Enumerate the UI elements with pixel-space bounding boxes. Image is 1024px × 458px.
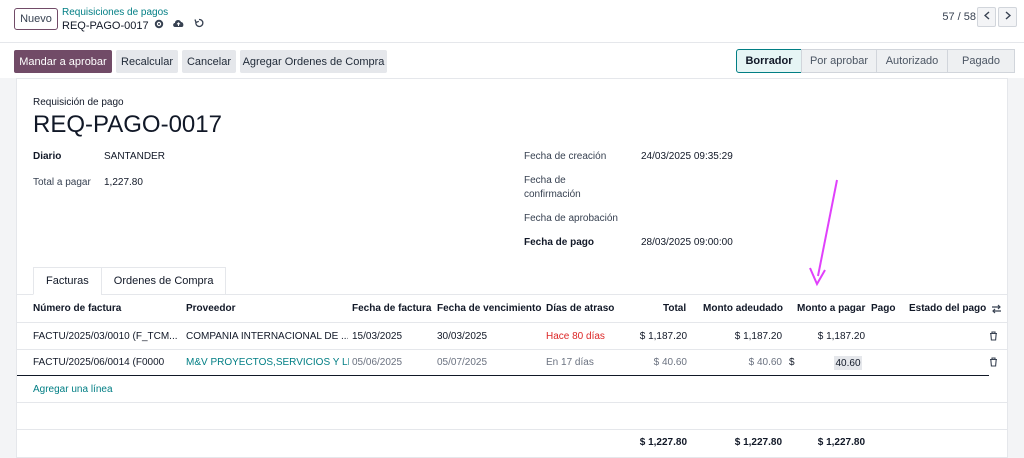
confirm-date-label-line1: Fecha de	[524, 175, 566, 186]
row-divider	[17, 402, 1007, 403]
stage-draft[interactable]: Borrador	[736, 49, 802, 73]
cell-invoice-date: 05/06/2025	[352, 357, 403, 368]
pager-value: 57 / 58	[942, 11, 976, 23]
cell-invoice-date: 15/03/2025	[352, 331, 403, 342]
pager-next-button[interactable]	[998, 7, 1017, 27]
payment-date-field[interactable]: 28/03/2025 09:00:00	[641, 237, 733, 248]
cell-currency-symbol: $	[789, 357, 795, 368]
cell-due-date: 30/03/2025	[437, 331, 488, 342]
total-value: 1,227.80	[104, 177, 143, 188]
control-panel: Nuevo Requisiciones de pagos REQ-PAGO-00…	[0, 0, 1024, 42]
col-due-date[interactable]: Fecha de vencimiento	[437, 303, 541, 314]
col-vendor[interactable]: Proveedor	[186, 303, 235, 314]
cloud-upload-icon[interactable]	[172, 18, 185, 31]
cell-due-date: 05/07/2025	[437, 357, 488, 368]
send-to-approval-button[interactable]: Mandar a aprobar	[14, 50, 112, 73]
cell-invoice-number: FACTU/2025/03/0010 (F_TCM...	[33, 331, 178, 342]
created-date-label: Fecha de creación	[524, 151, 607, 162]
cell-amount-to-pay: $ 1,187.20	[817, 331, 865, 342]
col-amount-due[interactable]: Monto adeudado	[703, 303, 783, 314]
tab-invoices[interactable]: Facturas	[33, 267, 102, 295]
footer-amount-to-pay: $ 1,227.80	[817, 437, 865, 448]
gear-icon[interactable]	[154, 19, 164, 32]
form-title: REQ-PAGO-0017	[33, 111, 222, 138]
footer-total: $ 1,227.80	[639, 437, 687, 448]
created-date-value: 24/03/2025 09:35:29	[641, 151, 733, 162]
cancel-button[interactable]: Cancelar	[182, 50, 236, 73]
pager-previous-button[interactable]	[977, 7, 996, 27]
cell-total: $ 40.60	[653, 357, 687, 368]
column-settings-icon[interactable]	[991, 304, 1002, 317]
edit-row-underline	[17, 375, 989, 376]
new-button[interactable]: Nuevo	[14, 8, 58, 30]
breadcrumb-parent-link[interactable]: Requisiciones de pagos	[62, 7, 168, 18]
cell-days-overdue: Hace 80 días	[546, 331, 605, 342]
cell-invoice-number[interactable]: FACTU/2025/06/0014 (F0000	[33, 357, 183, 368]
col-payment-state[interactable]: Estado del pago	[909, 303, 986, 314]
cell-amount-due: $ 40.60	[748, 357, 782, 368]
payment-date-label: Fecha de pago	[524, 237, 595, 248]
col-days-overdue[interactable]: Días de atraso	[546, 303, 614, 314]
footer-divider	[17, 429, 1007, 430]
cell-vendor[interactable]: M&V PROYECTOS,SERVICIOS Y LIM	[186, 357, 349, 368]
stage-to-approve[interactable]: Por aprobar	[801, 49, 877, 73]
footer-amount-due: $ 1,227.80	[734, 437, 782, 448]
total-label: Total a pagar	[33, 177, 91, 188]
confirm-date-label-line2: confirmación	[524, 189, 581, 200]
action-bar: Mandar a aprobar Recalcular Cancelar Agr…	[0, 42, 1024, 78]
col-invoice-date[interactable]: Fecha de factura	[352, 303, 431, 314]
add-purchase-orders-button[interactable]: Agregar Ordenes de Compra	[240, 50, 387, 73]
trash-icon[interactable]	[989, 331, 998, 344]
cell-total: $ 1,187.20	[639, 331, 687, 342]
stage-authorized[interactable]: Autorizado	[876, 49, 948, 73]
chevron-right-icon	[1005, 11, 1011, 23]
breadcrumb-current: REQ-PAGO-0017	[62, 19, 164, 32]
col-payment[interactable]: Pago	[871, 303, 895, 314]
tab-purchase-orders[interactable]: Ordenes de Compra	[100, 267, 227, 295]
approval-date-label: Fecha de aprobación	[524, 213, 618, 224]
journal-field[interactable]: SANTANDER	[104, 151, 165, 162]
recalculate-button[interactable]: Recalcular	[116, 50, 178, 73]
col-total[interactable]: Total	[663, 303, 686, 314]
record-icons	[172, 18, 204, 31]
add-line-link[interactable]: Agregar una línea	[33, 384, 113, 395]
notebook-tabs: Facturas Ordenes de Compra	[33, 267, 227, 295]
form-subtitle: Requisición de pago	[33, 97, 124, 108]
journal-label: Diario	[33, 151, 62, 162]
cell-amount-due: $ 1,187.20	[734, 331, 782, 342]
stage-paid[interactable]: Pagado	[947, 49, 1015, 73]
col-amount-to-pay[interactable]: Monto a pagar	[797, 303, 865, 314]
annotation-arrow-icon	[809, 179, 838, 287]
status-bar: Borrador Por aprobar Autorizado Pagado	[736, 49, 1015, 73]
discard-changes-icon[interactable]	[194, 18, 204, 31]
cell-days-overdue: En 17 días	[546, 357, 594, 368]
trash-icon[interactable]	[989, 357, 998, 370]
chevron-left-icon	[983, 11, 990, 23]
table-row[interactable]: FACTU/2025/03/0010 (F_TCM... COMPAÑIA IN…	[17, 323, 1007, 349]
amount-to-pay-input[interactable]: 40.60	[834, 356, 862, 370]
cell-vendor: COMPAÑIA INTERNACIONAL DE ...	[186, 331, 348, 342]
form-sheet: Requisición de pago REQ-PAGO-0017 Diario…	[16, 78, 1008, 458]
col-invoice-number[interactable]: Número de factura	[33, 303, 121, 314]
breadcrumb-current-label: REQ-PAGO-0017	[62, 19, 149, 32]
